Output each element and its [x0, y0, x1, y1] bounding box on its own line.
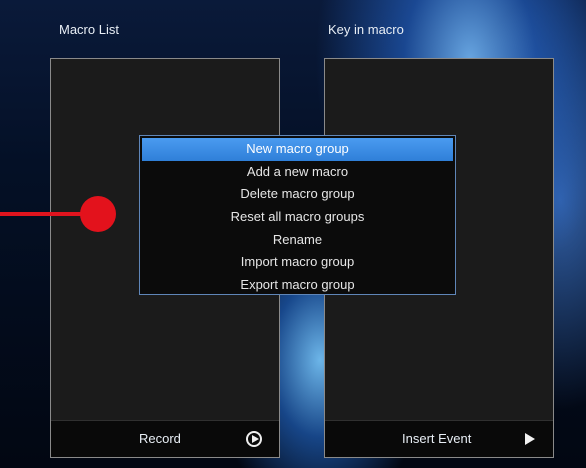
menu-item-reset-all-macro-groups[interactable]: Reset all macro groups: [142, 206, 453, 229]
annotation-pointer-dot: [80, 196, 116, 232]
key-in-macro-title: Key in macro: [328, 22, 404, 37]
annotation-pointer-line: [0, 212, 90, 216]
insert-event-button[interactable]: Insert Event: [402, 431, 471, 446]
key-in-macro-footer: Insert Event: [325, 420, 553, 457]
play-circle-icon[interactable]: [246, 431, 262, 447]
menu-item-export-macro-group[interactable]: Export macro group: [142, 274, 453, 297]
context-menu: New macro group Add a new macro Delete m…: [139, 135, 456, 295]
menu-item-add-new-macro[interactable]: Add a new macro: [142, 161, 453, 184]
menu-item-delete-macro-group[interactable]: Delete macro group: [142, 183, 453, 206]
macro-list-footer: Record: [51, 420, 279, 457]
menu-item-import-macro-group[interactable]: Import macro group: [142, 251, 453, 274]
menu-item-new-macro-group[interactable]: New macro group: [142, 138, 453, 161]
menu-item-rename[interactable]: Rename: [142, 229, 453, 252]
record-button[interactable]: Record: [139, 431, 181, 446]
play-triangle-icon[interactable]: [525, 433, 535, 445]
macro-list-title: Macro List: [59, 22, 119, 37]
